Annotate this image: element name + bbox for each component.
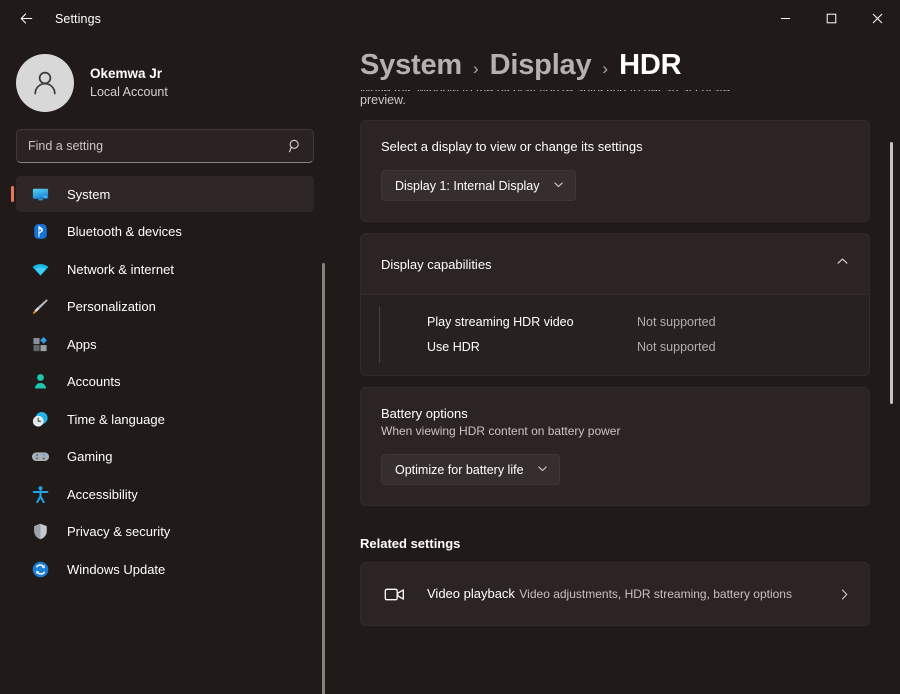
select-display-card: Select a display to view or change its s… xyxy=(360,120,870,222)
apps-grid-icon xyxy=(30,334,50,354)
related-setting-title: Video playback xyxy=(427,586,515,601)
maximize-icon xyxy=(826,13,837,24)
settings-window: Settings xyxy=(0,0,900,694)
person-avatar-icon xyxy=(28,66,62,100)
wifi-icon xyxy=(30,259,50,279)
shield-icon xyxy=(30,522,50,542)
person-icon xyxy=(30,372,50,392)
sidebar-item-label: Gaming xyxy=(67,449,113,464)
back-arrow-icon xyxy=(19,11,34,26)
related-setting-text: Video playback Video adjustments, HDR st… xyxy=(427,584,838,605)
capability-value: Not supported xyxy=(637,315,716,329)
sidebar-item-label: Accounts xyxy=(67,374,120,389)
display-capabilities-body: Play streaming HDR video Not supported U… xyxy=(361,294,869,375)
sidebar-item-label: Personalization xyxy=(67,299,156,314)
minimize-button[interactable] xyxy=(762,0,808,37)
sidebar-item-gaming[interactable]: Gaming xyxy=(16,439,314,475)
select-display-title: Select a display to view or change its s… xyxy=(381,139,849,154)
battery-options-subtitle: When viewing HDR content on battery powe… xyxy=(381,424,849,438)
breadcrumb-separator: › xyxy=(473,59,479,79)
sidebar-nav: System Bluetooth & devices xyxy=(0,176,330,694)
account-summary[interactable]: Okemwa Jr Local Account xyxy=(0,37,330,115)
display-capabilities-expander[interactable]: Display capabilities xyxy=(361,234,869,294)
paintbrush-icon xyxy=(30,297,50,317)
display-select-dropdown[interactable]: Display 1: Internal Display xyxy=(381,170,576,201)
battery-options-dropdown[interactable]: Optimize for battery life xyxy=(381,454,560,485)
page-title: HDR xyxy=(619,49,681,82)
bluetooth-icon xyxy=(30,222,50,242)
capability-name: Play streaming HDR video xyxy=(427,315,637,329)
sidebar-item-label: Apps xyxy=(67,337,97,352)
sidebar: Okemwa Jr Local Account xyxy=(0,37,330,694)
display-select-value: Display 1: Internal Display xyxy=(395,179,540,193)
account-type: Local Account xyxy=(90,85,168,101)
close-button[interactable] xyxy=(854,0,900,37)
avatar xyxy=(16,54,74,112)
clock-icon xyxy=(30,409,50,429)
display-capabilities-card: Display capabilities Play streaming HDR … xyxy=(360,233,870,376)
chevron-down-icon xyxy=(553,179,564,193)
account-text: Okemwa Jr Local Account xyxy=(90,66,168,101)
sidebar-item-system[interactable]: System xyxy=(16,176,314,212)
minimize-icon xyxy=(780,13,791,24)
display-capabilities-title: Display capabilities xyxy=(381,257,492,272)
sidebar-scrollbar[interactable] xyxy=(322,263,325,694)
search-box[interactable] xyxy=(16,129,314,163)
chevron-down-icon xyxy=(537,463,548,477)
sidebar-item-bluetooth-devices[interactable]: Bluetooth & devices xyxy=(16,214,314,250)
sidebar-item-label: Network & internet xyxy=(67,262,174,277)
search-input[interactable] xyxy=(17,139,313,153)
sidebar-item-label: Time & language xyxy=(67,412,165,427)
sidebar-item-label: System xyxy=(67,187,110,202)
capability-row: Use HDR Not supported xyxy=(381,334,849,359)
battery-options-value: Optimize for battery life xyxy=(395,463,524,477)
sidebar-item-privacy-security[interactable]: Privacy & security xyxy=(16,514,314,550)
video-camera-icon xyxy=(381,583,407,606)
window-title: Settings xyxy=(55,12,101,26)
monitor-icon xyxy=(30,184,50,204)
back-button[interactable] xyxy=(9,3,43,35)
maximize-button[interactable] xyxy=(808,0,854,37)
search-icon xyxy=(288,139,303,154)
preview-note: Move this window to the display you're a… xyxy=(360,90,870,109)
breadcrumb-item-system[interactable]: System xyxy=(360,49,462,82)
sidebar-item-accounts[interactable]: Accounts xyxy=(16,364,314,400)
sidebar-item-label: Windows Update xyxy=(67,562,165,577)
sidebar-item-label: Bluetooth & devices xyxy=(67,224,182,239)
account-name: Okemwa Jr xyxy=(90,66,168,83)
sidebar-item-label: Privacy & security xyxy=(67,524,170,539)
sidebar-item-network-internet[interactable]: Network & internet xyxy=(16,251,314,287)
window-body: Okemwa Jr Local Account xyxy=(0,37,900,694)
main-scrollbar[interactable] xyxy=(890,142,893,404)
accessibility-person-icon xyxy=(30,484,50,504)
breadcrumb-separator: › xyxy=(602,59,608,79)
title-bar: Settings xyxy=(0,0,900,37)
related-settings-title: Related settings xyxy=(360,536,870,551)
sidebar-item-time-language[interactable]: Time & language xyxy=(16,401,314,437)
battery-options-title: Battery options xyxy=(381,406,849,421)
sidebar-item-windows-update[interactable]: Windows Update xyxy=(16,551,314,587)
breadcrumb-item-display[interactable]: Display xyxy=(490,49,592,82)
search-container xyxy=(0,115,330,163)
chevron-right-icon xyxy=(838,588,851,601)
breadcrumb: System › Display › HDR xyxy=(360,37,900,82)
gamepad-icon xyxy=(30,447,50,467)
sidebar-item-apps[interactable]: Apps xyxy=(16,326,314,362)
capability-row: Play streaming HDR video Not supported xyxy=(381,309,849,334)
refresh-circle-icon xyxy=(30,559,50,579)
sidebar-item-personalization[interactable]: Personalization xyxy=(16,289,314,325)
related-setting-video-playback[interactable]: Video playback Video adjustments, HDR st… xyxy=(360,562,870,626)
close-icon xyxy=(872,13,883,24)
battery-options-card: Battery options When viewing HDR content… xyxy=(360,387,870,506)
settings-scroll-region: Move this window to the display you're a… xyxy=(360,90,900,657)
chevron-up-icon xyxy=(836,255,849,273)
related-setting-subtitle: Video adjustments, HDR streaming, batter… xyxy=(519,587,792,601)
sidebar-item-accessibility[interactable]: Accessibility xyxy=(16,476,314,512)
preview-note-line2: preview. xyxy=(360,93,406,107)
preview-note-line1: Move this window to the display you're a… xyxy=(360,90,870,91)
capability-value: Not supported xyxy=(637,340,716,354)
capability-name: Use HDR xyxy=(427,340,637,354)
sidebar-item-label: Accessibility xyxy=(67,487,138,502)
main-content: System › Display › HDR Move this window … xyxy=(330,37,900,694)
